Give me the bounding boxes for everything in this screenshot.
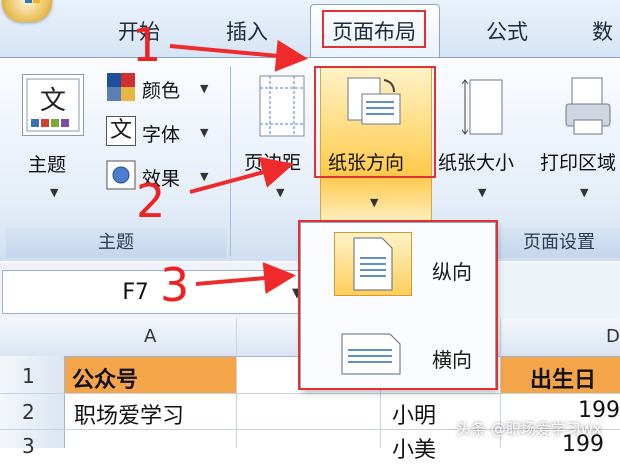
step1-arrow — [169, 39, 308, 72]
step1-number: 1 — [132, 18, 162, 72]
step2-number: 2 — [136, 174, 166, 228]
step3-arrow — [195, 262, 296, 295]
step2-arrow — [189, 156, 294, 194]
annotation-arrows-overlay — [169, 39, 308, 295]
watermark: 头条 @职场爱学习wx — [456, 420, 602, 438]
step3-number: 3 — [160, 258, 190, 312]
